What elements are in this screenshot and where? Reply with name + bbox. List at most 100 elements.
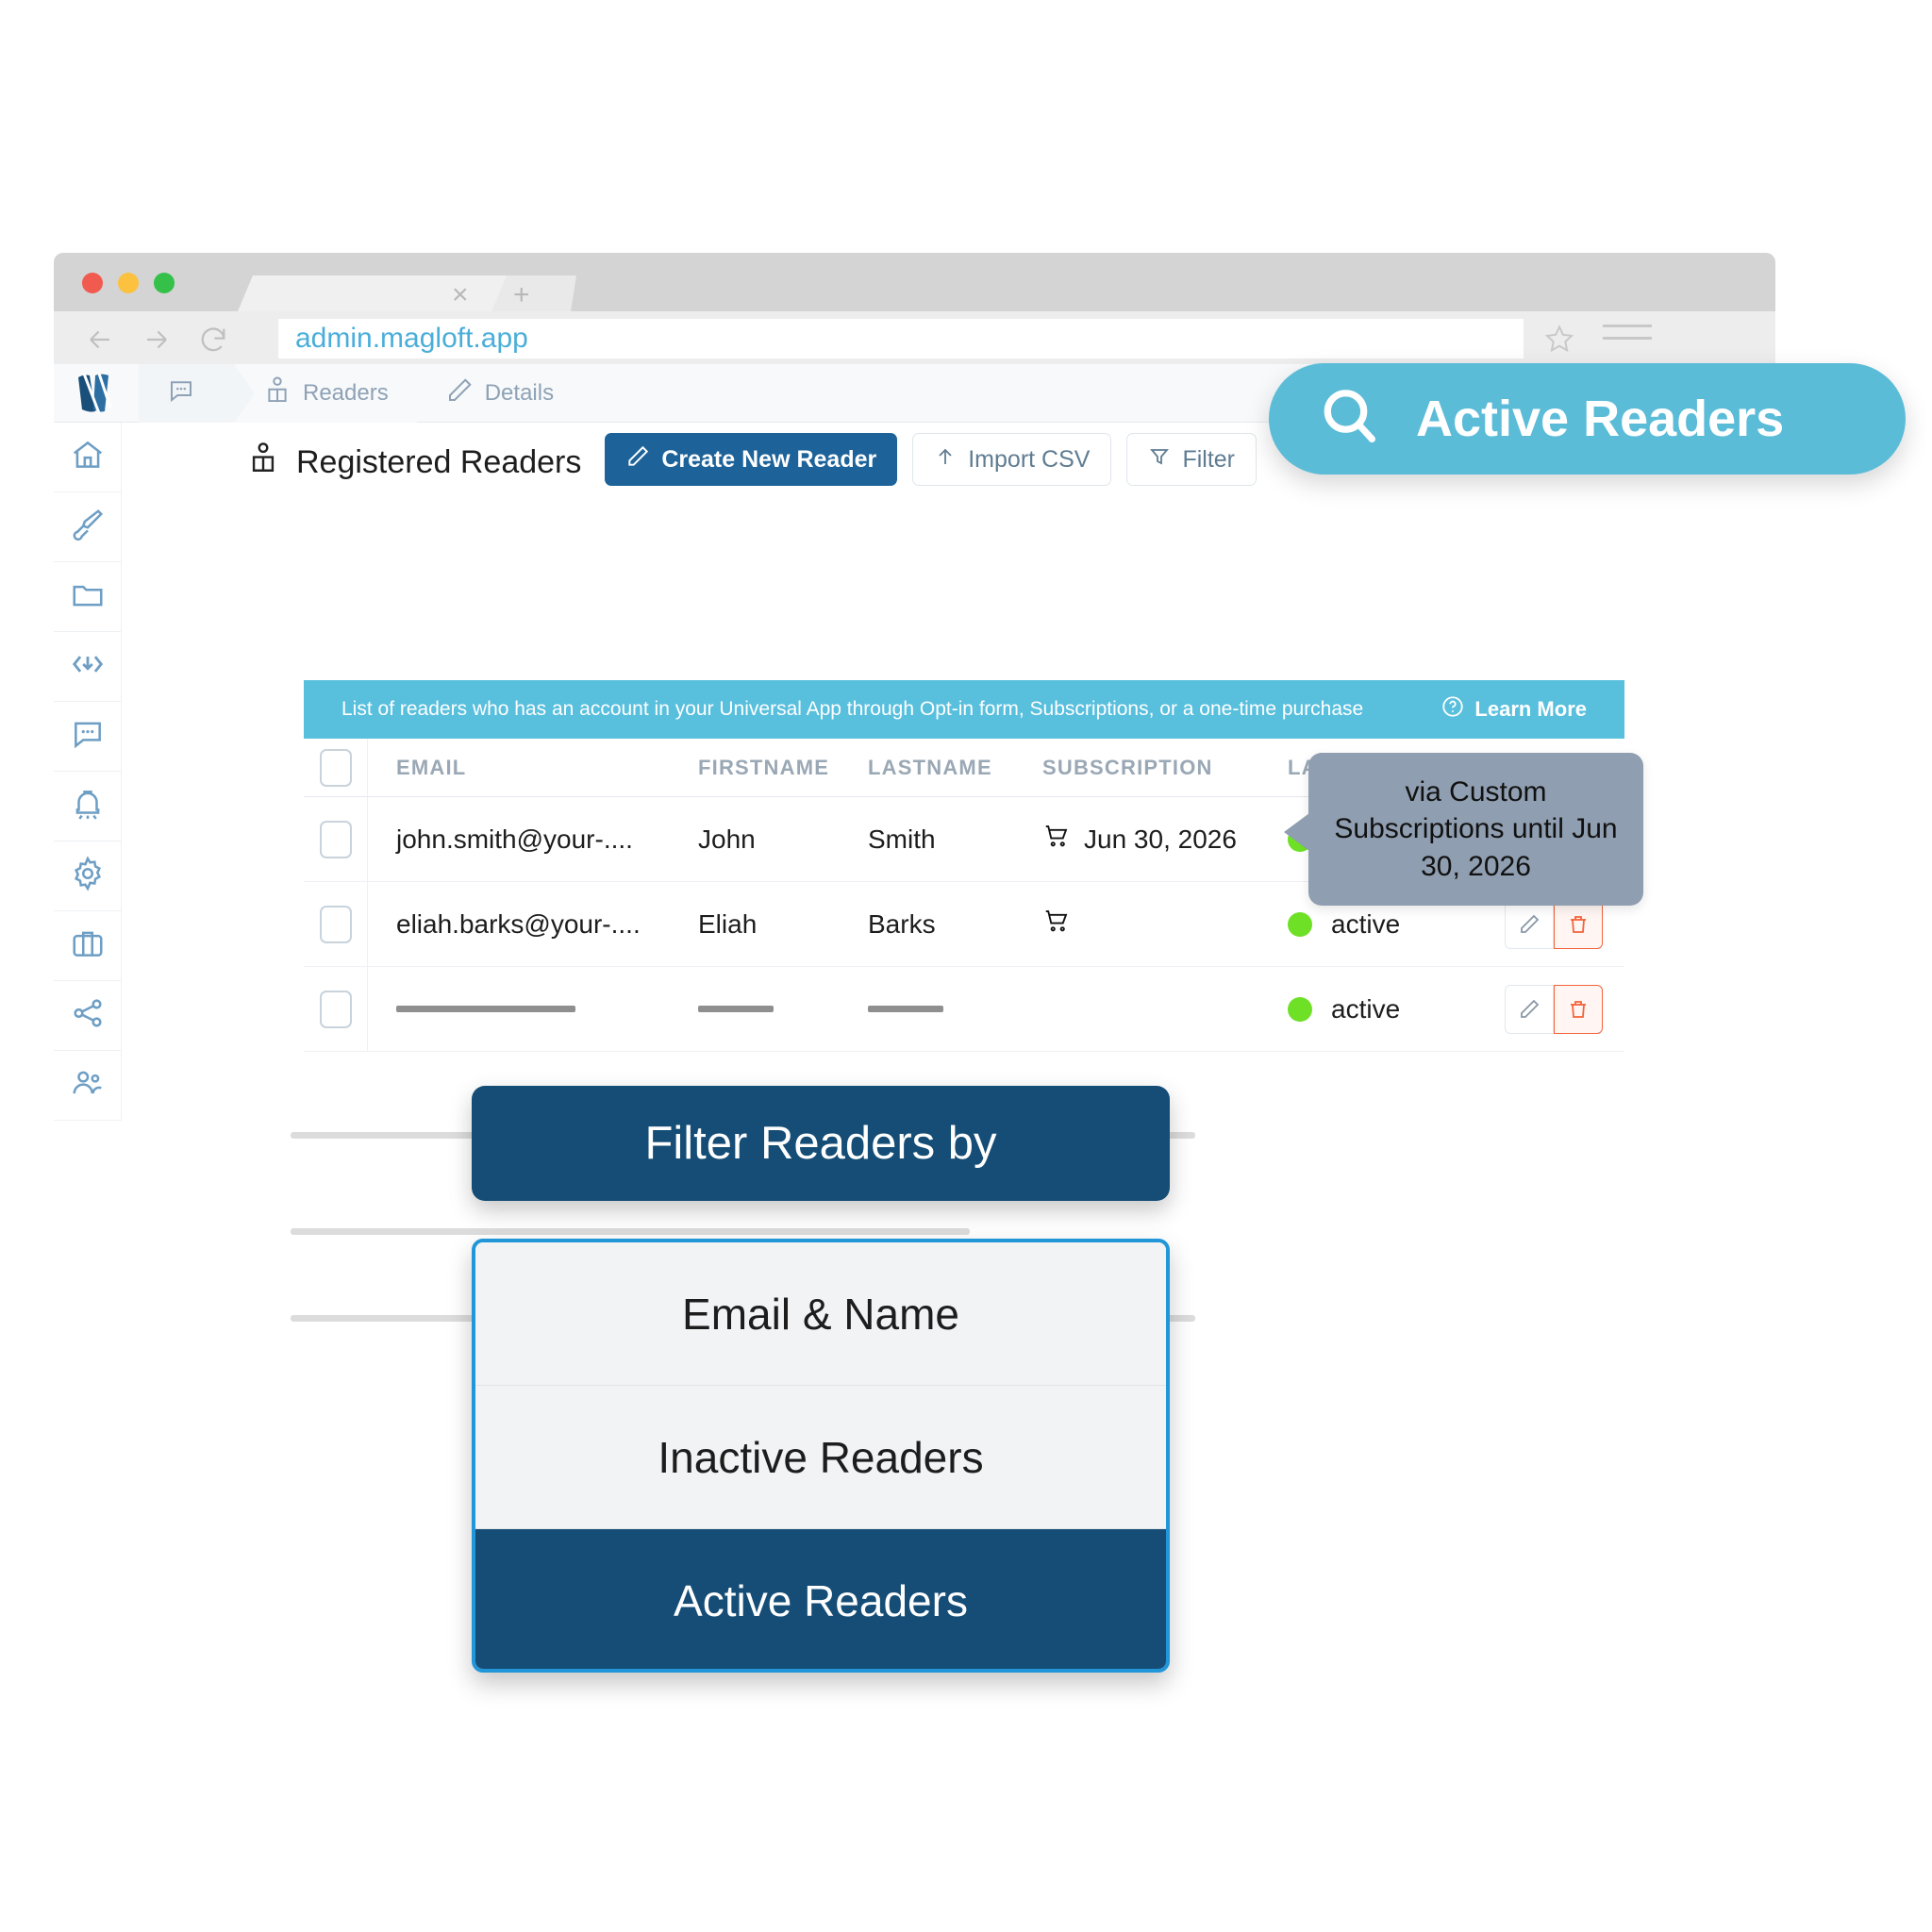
breadcrumb-item-details[interactable]: Details	[417, 364, 582, 423]
new-tab-icon[interactable]: +	[513, 281, 530, 309]
cell-subscription	[1042, 907, 1288, 941]
home-icon	[70, 437, 106, 477]
status-label: active	[1331, 908, 1401, 939]
delete-row-button[interactable]	[1554, 899, 1603, 949]
column-header-email[interactable]: EMAIL	[368, 756, 698, 780]
cell-firstname-placeholder	[698, 1006, 868, 1012]
card-actions: Create New Reader Import CSV Filter	[605, 433, 1257, 486]
sidebar-item-settings[interactable]	[54, 841, 122, 911]
breadcrumb-item-label: Readers	[303, 380, 389, 406]
url-text: admin.magloft.app	[295, 323, 528, 354]
reload-button[interactable]	[197, 324, 229, 356]
funnel-icon	[1148, 444, 1171, 475]
window-controls[interactable]	[82, 273, 175, 293]
import-csv-label: Import CSV	[968, 445, 1091, 473]
select-all-checkbox[interactable]	[319, 748, 352, 787]
row-select-cell[interactable]	[304, 967, 368, 1051]
filter-readers-by-header: Filter Readers by	[472, 1086, 1170, 1201]
maximize-window-button[interactable]	[154, 273, 175, 293]
cell-email: john.smith@your-....	[396, 824, 633, 854]
address-bar[interactable]: admin.magloft.app	[278, 319, 1524, 358]
cell-firstname: Eliah	[698, 908, 758, 939]
briefcase-icon	[70, 925, 106, 966]
info-banner-text: List of readers who has an account in yo…	[341, 698, 1364, 720]
cell-lastname: Barks	[868, 908, 936, 939]
breadcrumb: Readers Details	[139, 364, 582, 423]
row-checkbox[interactable]	[319, 905, 352, 943]
sidebar	[54, 423, 122, 1121]
import-csv-button[interactable]: Import CSV	[912, 433, 1112, 486]
filter-button[interactable]: Filter	[1126, 433, 1257, 486]
learn-more-link[interactable]: Learn More	[1441, 694, 1587, 724]
breadcrumb-item-messages[interactable]	[139, 364, 255, 423]
dropdown-option-email-name[interactable]: Email & Name	[475, 1242, 1166, 1386]
paintbrush-icon	[70, 507, 106, 547]
column-header-subscription[interactable]: SUBSCRIPTION	[1042, 756, 1288, 780]
active-readers-search-pill[interactable]: Active Readers	[1269, 363, 1906, 475]
cart-icon	[1042, 907, 1071, 941]
browser-menu-icon[interactable]	[1603, 325, 1652, 349]
code-download-icon	[70, 646, 106, 687]
search-icon	[1316, 383, 1384, 456]
row-checkbox[interactable]	[319, 990, 352, 1028]
bookmark-star-icon[interactable]	[1542, 323, 1576, 361]
cell-status: active	[1288, 909, 1505, 940]
bell-icon	[70, 786, 106, 826]
share-icon	[70, 995, 106, 1036]
breadcrumb-item-label: Details	[484, 380, 555, 406]
subscription-tooltip-text: via Custom Subscriptions until Jun 30, 2…	[1334, 775, 1618, 882]
filter-readers-dropdown: Email & Name Inactive Readers Active Rea…	[472, 1239, 1170, 1673]
learn-more-label: Learn More	[1474, 697, 1587, 721]
dropdown-option-active-readers[interactable]: Active Readers	[475, 1529, 1166, 1669]
cell-subscription: Jun 30, 2026	[1042, 822, 1288, 857]
sidebar-item-embed[interactable]	[54, 632, 122, 702]
cell-email: eliah.barks@your-....	[396, 908, 641, 939]
folder-icon	[70, 576, 106, 617]
sidebar-item-home[interactable]	[54, 423, 122, 492]
status-badge	[1288, 996, 1312, 1022]
row-checkbox[interactable]	[319, 820, 352, 858]
row-actions	[1505, 899, 1624, 949]
sidebar-item-business[interactable]	[54, 911, 122, 981]
question-circle-icon	[1441, 694, 1465, 724]
edit-row-button[interactable]	[1505, 899, 1554, 949]
reader-person-icon	[263, 375, 291, 412]
magloft-logo[interactable]	[71, 370, 120, 417]
forward-button[interactable]	[141, 324, 173, 356]
back-button[interactable]	[84, 324, 116, 356]
browser-tab-active[interactable]	[238, 275, 511, 311]
create-new-reader-button[interactable]: Create New Reader	[605, 433, 898, 486]
close-tab-icon[interactable]: ×	[452, 281, 469, 309]
sidebar-item-notifications[interactable]	[54, 772, 122, 841]
sidebar-item-readers[interactable]	[54, 1051, 122, 1121]
minimize-window-button[interactable]	[118, 273, 139, 293]
breadcrumb-item-readers[interactable]: Readers	[235, 364, 437, 423]
sidebar-item-share[interactable]	[54, 981, 122, 1051]
chat-bubble-icon	[167, 376, 195, 411]
select-all-cell[interactable]	[304, 739, 368, 796]
dropdown-option-inactive-readers[interactable]: Inactive Readers	[475, 1386, 1166, 1529]
cell-lastname-placeholder	[868, 1006, 1042, 1012]
row-select-cell[interactable]	[304, 797, 368, 881]
cell-lastname: Smith	[868, 824, 936, 854]
column-header-firstname[interactable]: FIRSTNAME	[698, 756, 868, 780]
row-select-cell[interactable]	[304, 882, 368, 966]
subscription-tooltip: via Custom Subscriptions until Jun 30, 2…	[1284, 753, 1643, 906]
edit-row-button[interactable]	[1505, 984, 1554, 1034]
page-title: Registered Readers	[247, 441, 581, 485]
browser-titlebar: × +	[54, 253, 1775, 311]
users-icon	[70, 1065, 106, 1106]
pencil-icon	[445, 376, 474, 411]
table-row[interactable]: active	[304, 967, 1624, 1052]
column-header-lastname[interactable]: LASTNAME	[868, 756, 1042, 780]
status-badge	[1288, 911, 1312, 937]
sidebar-item-content[interactable]	[54, 562, 122, 632]
reader-person-icon	[247, 441, 279, 485]
close-window-button[interactable]	[82, 273, 103, 293]
delete-row-button[interactable]	[1554, 984, 1603, 1034]
cell-email-placeholder	[368, 1006, 698, 1012]
sidebar-item-design[interactable]	[54, 492, 122, 562]
sidebar-item-messages[interactable]	[54, 702, 122, 772]
cell-status: active	[1288, 994, 1505, 1024]
pencil-icon	[625, 444, 650, 475]
